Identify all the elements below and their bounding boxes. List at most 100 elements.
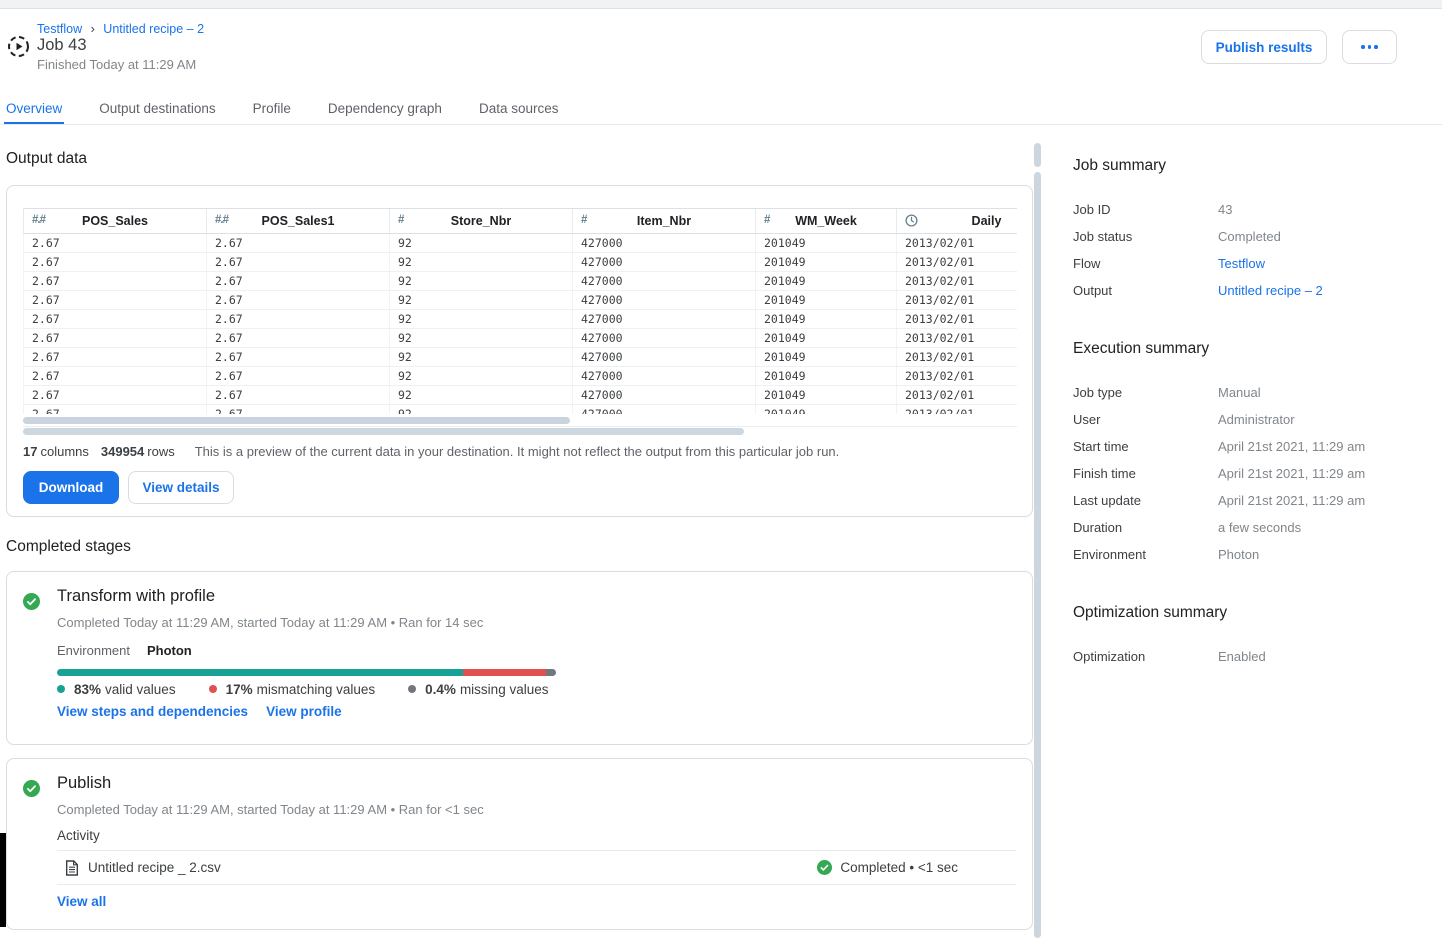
- summary-label: Duration: [1073, 520, 1218, 535]
- activity-table: Untitled recipe _ 2.csv Completed • <1 se…: [57, 850, 1016, 885]
- breadcrumb-separator: ›: [91, 22, 95, 36]
- table-cell: 201049: [756, 253, 897, 271]
- summary-value-flow[interactable]: Testflow: [1218, 256, 1265, 271]
- panel-horizontal-scrollbar[interactable]: [23, 428, 744, 435]
- view-details-button[interactable]: View details: [128, 471, 234, 504]
- table-cell: 92: [390, 405, 573, 414]
- summary-value-finish-time: April 21st 2021, 11:29 am: [1218, 466, 1365, 481]
- table-cell: 2.67: [24, 253, 207, 271]
- column-header-store-nbr: #Store_Nbr: [390, 209, 573, 233]
- table-cell: 201049: [756, 348, 897, 366]
- table-cell: 2.67: [207, 234, 390, 252]
- summary-row-job-type: Job typeManual: [1073, 379, 1433, 406]
- legend-dot-icon: [408, 685, 416, 693]
- column-label: POS_Sales: [82, 214, 148, 228]
- job-finished-status: Finished Today at 11:29 AM: [37, 57, 196, 72]
- table-cell: 2.67: [24, 405, 207, 414]
- publish-results-button[interactable]: Publish results: [1201, 30, 1327, 64]
- tab-data-sources[interactable]: Data sources: [477, 94, 561, 124]
- table-cell: 92: [390, 291, 573, 309]
- table-cell: 427000: [573, 253, 756, 271]
- summary-value-job-type: Manual: [1218, 385, 1261, 400]
- more-options-button[interactable]: [1342, 30, 1397, 64]
- summary-label: Environment: [1073, 547, 1218, 562]
- table-row: 2.672.67924270002010492013/02/01: [23, 329, 1017, 348]
- table-row: 2.672.67924270002010492013/02/01: [23, 234, 1017, 253]
- file-name: Untitled recipe _ 2.csv: [88, 860, 221, 875]
- activity-row[interactable]: Untitled recipe _ 2.csv Completed • <1 se…: [57, 850, 1016, 885]
- table-cell: 201049: [756, 367, 897, 385]
- table-cell: 92: [390, 367, 573, 385]
- rows-label: rows: [147, 444, 174, 459]
- summary-label: Job type: [1073, 385, 1218, 400]
- status-text: Completed • <1 sec: [840, 860, 958, 875]
- table-cell: 2.67: [24, 272, 207, 290]
- output-data-card: #.#POS_Sales#.#POS_Sales1#Store_Nbr#Item…: [6, 185, 1033, 517]
- quality-segment-missing: [546, 669, 556, 676]
- table-cell: 2.67: [207, 291, 390, 309]
- legend-label: mismatching values: [257, 682, 376, 697]
- completed-stages-heading: Completed stages: [6, 538, 131, 556]
- column-header-wm-week: #WM_Week: [756, 209, 897, 233]
- job-summary-section: Job summaryJob ID43Job statusCompletedFl…: [1073, 157, 1433, 304]
- view-all-link[interactable]: View all: [57, 894, 106, 909]
- breadcrumb-flow-link[interactable]: Testflow: [37, 22, 82, 36]
- table-row: 2.672.67924270002010492013/02/01: [23, 386, 1017, 405]
- vertical-scrollbar-top[interactable]: [1034, 143, 1041, 167]
- breadcrumb: Testflow › Untitled recipe – 2: [37, 22, 204, 36]
- table-row: 2.672.67924270002010492013/02/01: [23, 405, 1017, 414]
- summary-row-flow: FlowTestflow: [1073, 250, 1433, 277]
- table-row: 2.672.67924270002010492013/02/01: [23, 367, 1017, 386]
- table-row: 2.672.67924270002010492013/02/01: [23, 291, 1017, 310]
- job-summary-sidebar: Job summaryJob ID43Job statusCompletedFl…: [1073, 157, 1433, 706]
- integer-type-icon: #: [581, 215, 586, 227]
- summary-value-environment: Photon: [1218, 547, 1259, 562]
- table-cell: 92: [390, 310, 573, 328]
- table-cell: 92: [390, 253, 573, 271]
- columns-count: 17: [23, 444, 37, 459]
- summary-label: Flow: [1073, 256, 1218, 271]
- datetime-type-icon: [905, 214, 918, 231]
- tab-bar: Overview Output destinations Profile Depend…: [0, 94, 1442, 125]
- tab-output-destinations[interactable]: Output destinations: [97, 94, 217, 124]
- rows-count: 349954: [101, 444, 144, 459]
- view-profile-link[interactable]: View profile: [266, 704, 342, 719]
- table-horizontal-scrollbar[interactable]: [23, 417, 570, 424]
- table-cell: 2013/02/01: [897, 405, 1017, 414]
- tab-profile[interactable]: Profile: [251, 94, 293, 124]
- legend-label: valid values: [105, 682, 176, 697]
- table-row: 2.672.67924270002010492013/02/01: [23, 348, 1017, 367]
- optimization-summary-heading: Optimization summary: [1073, 604, 1433, 622]
- table-row: 2.672.67924270002010492013/02/01: [23, 272, 1017, 291]
- table-cell: 2013/02/01: [897, 253, 1017, 271]
- column-label: POS_Sales1: [262, 214, 335, 228]
- table-cell: 2013/02/01: [897, 348, 1017, 366]
- tab-overview[interactable]: Overview: [4, 94, 64, 124]
- summary-value-output[interactable]: Untitled recipe – 2: [1218, 283, 1323, 298]
- integer-type-icon: #: [398, 215, 403, 227]
- execution-summary-section: Execution summaryJob typeManualUserAdmin…: [1073, 340, 1433, 568]
- breadcrumb-recipe-link[interactable]: Untitled recipe – 2: [103, 22, 204, 36]
- table-cell: 92: [390, 234, 573, 252]
- tab-dependency-graph[interactable]: Dependency graph: [326, 94, 444, 124]
- stage-title: Transform with profile: [57, 587, 215, 606]
- vertical-scrollbar[interactable]: [1034, 172, 1041, 938]
- view-steps-and-dependencies-link[interactable]: View steps and dependencies: [57, 704, 248, 719]
- table-cell: 427000: [573, 329, 756, 347]
- data-quality-bar: [57, 669, 556, 676]
- data-preview-table: #.#POS_Sales#.#POS_Sales1#Store_Nbr#Item…: [23, 208, 1017, 414]
- table-cell: 201049: [756, 310, 897, 328]
- summary-row-optimization: OptimizationEnabled: [1073, 643, 1433, 670]
- stage-links: View steps and dependencies View profile: [57, 704, 342, 719]
- summary-label: Job status: [1073, 229, 1218, 244]
- activity-status: Completed • <1 sec: [817, 860, 1016, 875]
- summary-label: User: [1073, 412, 1218, 427]
- column-label: Item_Nbr: [637, 214, 691, 228]
- table-cell: 2013/02/01: [897, 329, 1017, 347]
- legend-dot-icon: [57, 685, 65, 693]
- summary-row-user: UserAdministrator: [1073, 406, 1433, 433]
- download-button[interactable]: Download: [23, 471, 119, 504]
- summary-value-start-time: April 21st 2021, 11:29 am: [1218, 439, 1365, 454]
- legend-label: missing values: [460, 682, 549, 697]
- environment-value: Photon: [147, 643, 192, 658]
